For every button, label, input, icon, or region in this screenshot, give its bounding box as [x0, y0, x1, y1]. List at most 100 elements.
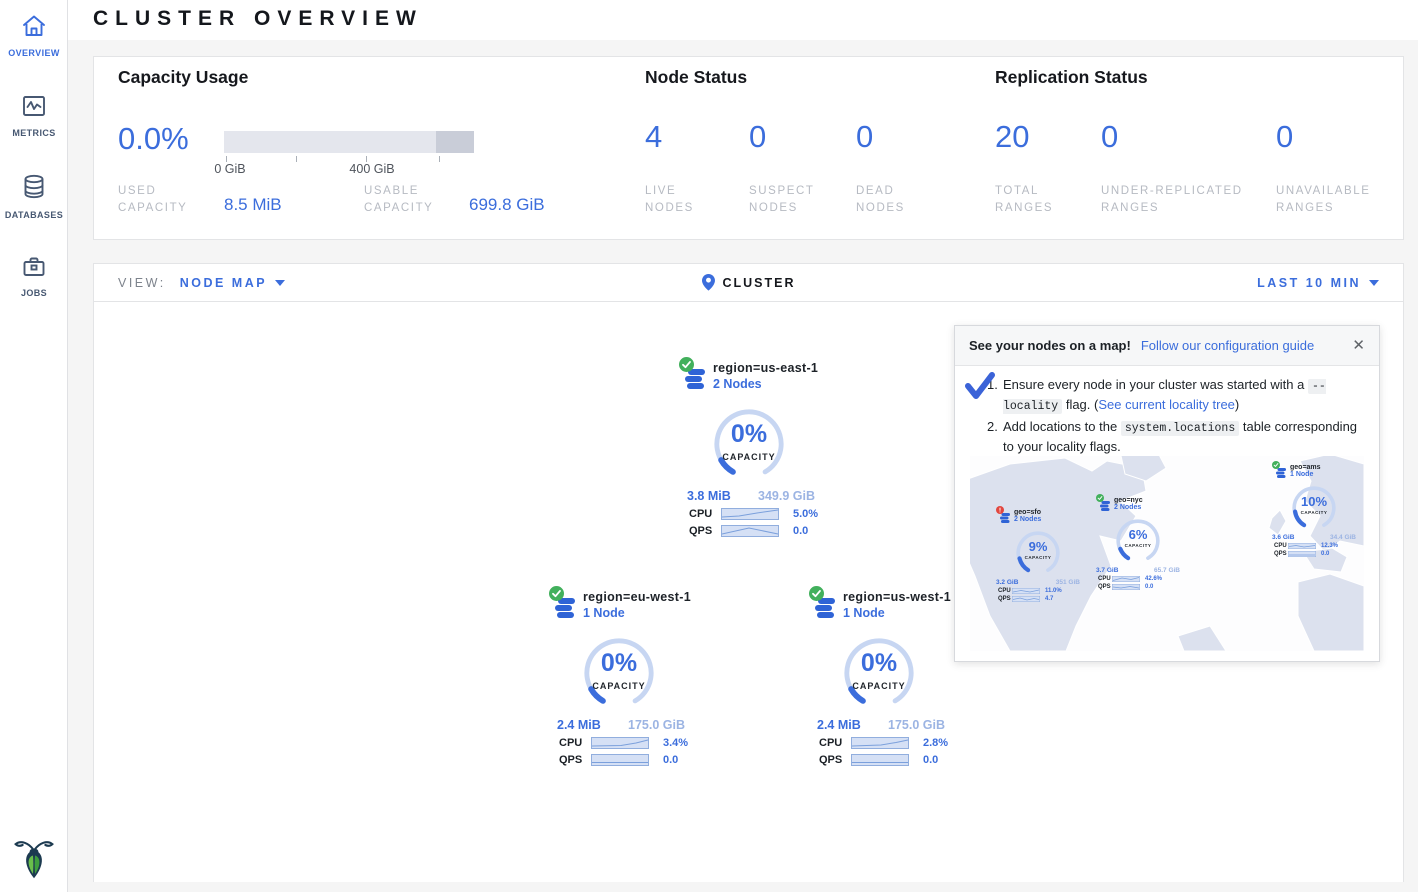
cpu-label: CPU [689, 508, 721, 520]
node-stack-icon [685, 369, 707, 393]
status-ok-icon [679, 357, 694, 372]
node-group-icon [1096, 494, 1114, 514]
sidebar-item-overview[interactable]: OVERVIEW [0, 0, 68, 80]
cpu-sparkline [591, 737, 649, 749]
suspect-nodes-label: SUSPECT NODES [749, 183, 839, 217]
nodes-count: 2 Nodes [1114, 504, 1143, 511]
capacity-gauge: 10% CAPACITY [1290, 484, 1338, 532]
check-icon [965, 372, 995, 400]
cpu-value: 2.8% [923, 737, 948, 749]
capacity-usage-title: Capacity Usage [118, 67, 248, 88]
cpu-value: 5.0% [793, 508, 818, 520]
qps-sparkline [1288, 551, 1316, 557]
status-ok-icon [1272, 461, 1280, 469]
axis-tick-label: 400 GiB [349, 162, 394, 176]
sidebar-item-label: METRICS [0, 128, 68, 138]
capacity-usage-bar [224, 131, 474, 153]
status-warn-icon [996, 506, 1004, 514]
qps-metric: QPS 0.0 [667, 525, 831, 537]
close-icon[interactable]: ✕ [1352, 336, 1365, 354]
top-bar: CLUSTER OVERVIEW [68, 0, 1418, 40]
step-text: ) [1235, 397, 1239, 412]
capacity-label: CAPACITY [1290, 510, 1338, 515]
live-nodes-label: LIVE NODES [645, 183, 725, 217]
region-label: region=us-east-1 [713, 361, 818, 375]
preview-node-nyc: geo=nyc 2 Nodes 6% CAPACITY [1092, 494, 1184, 590]
node-group-icon [1272, 461, 1290, 481]
cpu-metric: CPU 3.4% [537, 737, 701, 749]
cluster-overview-page: OVERVIEW METRICS DATABASES JO [0, 0, 1418, 892]
cpu-label: CPU [819, 737, 851, 749]
node-group-header: region=us-west-1 1 Node [797, 586, 961, 624]
node-stack-icon [555, 598, 577, 622]
used-capacity-label: USED CAPACITY [118, 183, 202, 217]
capacity-percent: 0% [840, 649, 918, 678]
time-range-selector[interactable]: LAST 10 MIN [1257, 276, 1379, 290]
sidebar-item-label: JOBS [0, 288, 68, 298]
metrics-icon [21, 94, 47, 118]
nodes-link[interactable]: 1 Node [583, 606, 625, 620]
capacity-values: 2.4 MiB 175.0 GiB [797, 712, 961, 732]
capacity-percent: 9% [1014, 539, 1062, 554]
view-label: VIEW: [118, 276, 166, 290]
nodes-count: 1 Node [1290, 471, 1321, 478]
axis-tick-label: 0 GiB [214, 162, 245, 176]
cockroachdb-logo [13, 836, 55, 882]
breadcrumb: CLUSTER [701, 274, 795, 291]
capacity-label: CAPACITY [1114, 543, 1162, 548]
locality-tree-link[interactable]: See current locality tree [1098, 397, 1235, 412]
qps-label: QPS [998, 596, 1012, 602]
capacity-percent: 6% [1114, 527, 1162, 542]
step-number: 2. [987, 418, 998, 436]
capacity-used: 3.6 GiB [1272, 534, 1294, 541]
capacity-used: 2.4 MiB [557, 718, 601, 732]
page-title: CLUSTER OVERVIEW [93, 7, 423, 31]
step-text: Ensure every node in your cluster was st… [1003, 377, 1308, 392]
node-group-header: region=eu-west-1 1 Node [537, 586, 701, 624]
node-stack-icon [1000, 513, 1011, 525]
chevron-down-icon [275, 280, 285, 286]
nodes-link[interactable]: 1 Node [843, 606, 885, 620]
sidebar-item-jobs[interactable]: JOBS [0, 240, 68, 320]
capacity-gauge: 6% CAPACITY [1114, 517, 1162, 565]
cpu-sparkline [1112, 576, 1140, 582]
under-replicated-ranges-label: UNDER-REPLICATED RANGES [1101, 183, 1271, 217]
capacity-used: 3.2 GiB [996, 579, 1018, 586]
node-group-us-west-1: region=us-west-1 1 Node 0% CAPACITY 2.4 … [797, 586, 961, 766]
region-label: region=eu-west-1 [583, 590, 691, 604]
qps-label: QPS [559, 754, 591, 766]
qps-value: 0.0 [1321, 551, 1329, 557]
capacity-used: 3.8 MiB [687, 489, 731, 503]
step-text: Add locations to the [1003, 419, 1121, 434]
step-text: flag. ( [1062, 397, 1098, 412]
cpu-label: CPU [998, 588, 1012, 594]
view-selector[interactable]: NODE MAP [180, 276, 285, 290]
node-status-title: Node Status [645, 67, 747, 88]
capacity-usage-bar-segment [436, 131, 474, 153]
cpu-label: CPU [1098, 576, 1112, 582]
node-map-setup-popup: See your nodes on a map! Follow our conf… [954, 325, 1380, 662]
cpu-value: 42.6% [1145, 576, 1162, 582]
usable-capacity-label: USABLE CAPACITY [364, 183, 448, 217]
cpu-value: 12.3% [1321, 543, 1338, 549]
setup-step-1: 1.Ensure every node in your cluster was … [987, 376, 1365, 416]
capacity-values: 3.7 GiB 65.7 GiB [1092, 565, 1184, 574]
node-group-icon [549, 586, 583, 624]
nodes-link[interactable]: 2 Nodes [713, 377, 762, 391]
breadcrumb-label: CLUSTER [722, 276, 795, 290]
capacity-total: 175.0 GiB [888, 718, 945, 732]
sidebar-item-databases[interactable]: DATABASES [0, 160, 68, 240]
cpu-metric: CPU 12.3% [1268, 543, 1360, 549]
preview-node-header: geo=nyc 2 Nodes [1092, 494, 1184, 514]
cpu-value: 11.0% [1045, 588, 1062, 594]
popup-header: See your nodes on a map! Follow our conf… [955, 326, 1379, 366]
qps-metric: QPS 4.7 [992, 596, 1084, 602]
live-nodes-value: 4 [645, 119, 662, 155]
capacity-percent: 0% [580, 649, 658, 678]
configuration-guide-link[interactable]: Follow our configuration guide [1141, 338, 1314, 353]
qps-sparkline [851, 754, 909, 766]
qps-value: 0.0 [793, 525, 808, 537]
replication-status-title: Replication Status [995, 67, 1148, 88]
sidebar-item-metrics[interactable]: METRICS [0, 80, 68, 160]
qps-metric: QPS 0.0 [537, 754, 701, 766]
